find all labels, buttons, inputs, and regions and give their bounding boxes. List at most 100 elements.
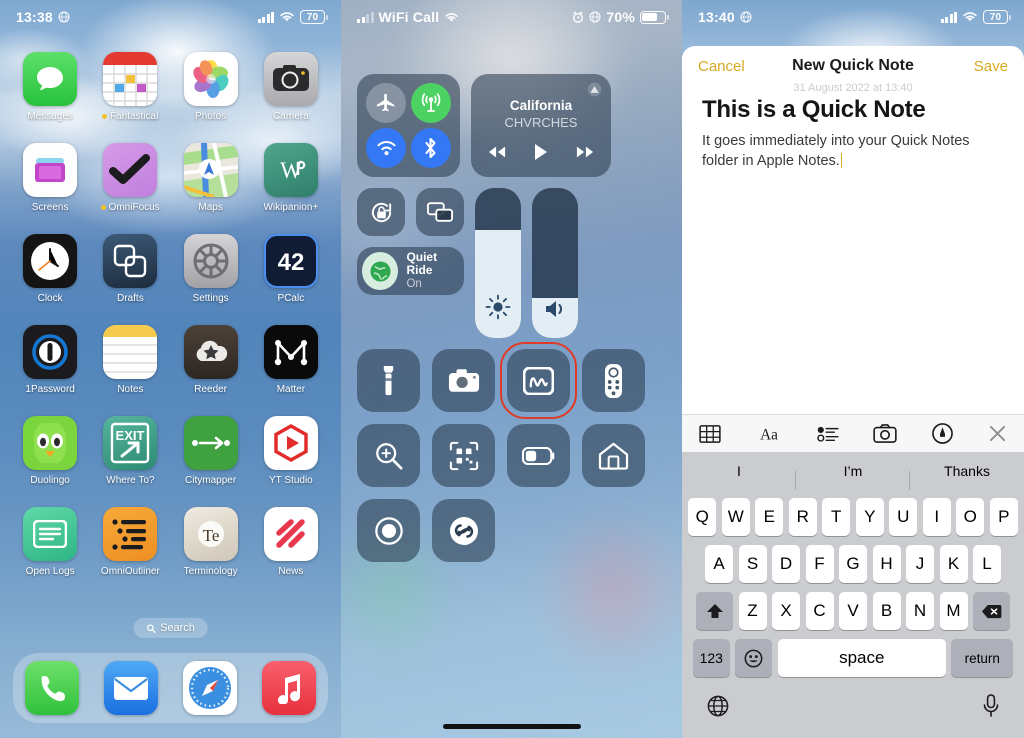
rotation-lock-toggle[interactable] [357,188,405,236]
key-g[interactable]: G [839,545,867,583]
app-news[interactable]: News [251,507,331,577]
dock-phone-icon[interactable] [25,661,80,715]
format-aa-icon[interactable]: Aa [756,425,782,443]
key-h[interactable]: H [872,545,901,583]
key-c[interactable]: C [805,592,834,630]
key-q[interactable]: Q [688,498,717,536]
airplay-icon[interactable] [587,82,602,97]
cancel-button[interactable]: Cancel [698,58,745,75]
brightness-slider[interactable] [475,188,521,338]
key-z[interactable]: Z [738,592,767,630]
key-s[interactable]: S [738,545,767,583]
play-icon[interactable] [534,143,548,161]
emoji-key[interactable] [735,639,773,677]
wifi-toggle[interactable] [366,127,407,168]
app-ytstudio[interactable]: YT Studio [251,416,331,486]
low-power-mode-toggle[interactable] [507,424,570,487]
table-icon[interactable] [699,424,721,443]
key-d[interactable]: D [772,545,800,583]
volume-slider[interactable] [532,188,578,338]
camera-shortcut[interactable] [432,349,495,412]
app-clock[interactable]: Clock [10,234,90,304]
key-w[interactable]: W [721,498,750,536]
key-p[interactable]: P [989,498,1018,536]
prediction-2[interactable]: I’m [796,463,910,491]
key-o[interactable]: O [956,498,985,536]
app-camera[interactable]: Camera [251,52,331,122]
key-j[interactable]: J [906,545,934,583]
app-fantastical[interactable]: Fantastical [90,52,170,122]
app-photos[interactable]: Photos [171,52,251,122]
app-1password[interactable]: 1Password [10,325,90,395]
app-openlogs[interactable]: Open Logs [10,507,90,577]
code-scanner-shortcut[interactable] [432,424,495,487]
key-x[interactable]: X [772,592,800,630]
now-playing-module[interactable]: California CHVRCHES [471,74,611,177]
markup-pen-icon[interactable] [932,423,953,444]
app-maps[interactable]: Maps [171,143,251,213]
app-notes[interactable]: Notes [90,325,170,395]
search-pill[interactable]: Search [133,618,208,638]
key-b[interactable]: B [872,592,901,630]
fast-forward-icon[interactable] [576,145,594,159]
close-icon[interactable] [988,424,1007,443]
numbers-key[interactable]: 123 [692,639,730,677]
app-citymapper[interactable]: Citymapper [171,416,251,486]
key-u[interactable]: U [889,498,918,536]
screen-mirroring-toggle[interactable] [416,188,464,236]
app-pcalc[interactable]: 42 PCalc [251,234,331,304]
key-f[interactable]: F [805,545,834,583]
key-n[interactable]: N [906,592,934,630]
screen-recording-toggle[interactable] [357,499,420,562]
prediction-3[interactable]: Thanks [910,463,1024,479]
dock-safari-icon[interactable] [182,661,237,715]
shift-key[interactable] [696,592,733,630]
app-drafts[interactable]: Drafts [90,234,170,304]
key-e[interactable]: E [755,498,784,536]
app-terminology[interactable]: Te Terminology [171,507,251,577]
connectivity-module[interactable] [357,74,460,177]
dock-mail-icon[interactable] [104,661,159,715]
key-l[interactable]: L [973,545,1001,583]
key-r[interactable]: R [788,498,817,536]
rewind-icon[interactable] [488,145,506,159]
home-shortcut[interactable] [582,424,645,487]
app-messages[interactable]: Messages [10,52,90,122]
checklist-icon[interactable] [816,425,839,443]
app-omnifocus[interactable]: OmniFocus [90,143,170,213]
app-whereto[interactable]: EXIT Where To? [90,416,170,486]
microphone-icon[interactable] [983,694,999,718]
key-m[interactable]: M [939,592,968,630]
key-k[interactable]: K [939,545,968,583]
prediction-1[interactable]: I [682,463,796,491]
quick-note-toggle[interactable] [500,342,577,419]
space-key[interactable]: space [777,639,946,677]
shazam-shortcut[interactable] [432,499,495,562]
save-button[interactable]: Save [974,58,1008,75]
backspace-key[interactable] [973,592,1010,630]
camera-icon[interactable] [873,424,897,443]
note-editor[interactable]: This is a Quick Note It goes immediately… [682,86,1024,172]
magnifier-shortcut[interactable] [357,424,420,487]
bluetooth-toggle[interactable] [410,127,451,168]
app-wikipanion[interactable]: W Wikipanion+ [251,143,331,213]
key-a[interactable]: A [705,545,733,583]
tv-remote-shortcut[interactable] [582,349,645,412]
app-screens[interactable]: Screens [10,143,90,213]
key-i[interactable]: I [922,498,951,536]
key-y[interactable]: Y [855,498,884,536]
dock-music-icon[interactable] [261,661,316,715]
key-t[interactable]: T [822,498,851,536]
app-settings[interactable]: Settings [171,234,251,304]
globe-keyboard-icon[interactable] [707,695,729,717]
app-matter[interactable]: Matter [251,325,331,395]
cellular-data-toggle[interactable] [410,83,451,124]
return-key[interactable]: return [951,639,1014,677]
focus-quiet-ride-module[interactable]: Quiet Ride On [357,247,464,295]
airplane-mode-toggle[interactable] [366,83,407,124]
app-duolingo[interactable]: Duolingo [10,416,90,486]
app-omnioutliner[interactable]: OmniOutliner [90,507,170,577]
key-v[interactable]: V [839,592,867,630]
app-reeder[interactable]: Reeder [171,325,251,395]
flashlight-toggle[interactable] [357,349,420,412]
